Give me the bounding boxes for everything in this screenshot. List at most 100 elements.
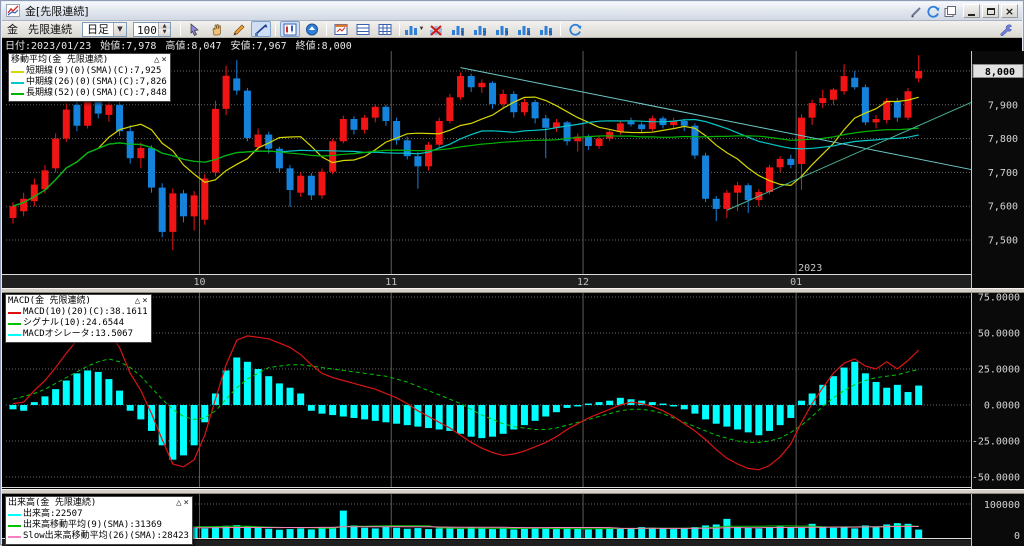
grid-rows-button[interactable] xyxy=(353,21,373,37)
stepper-arrows[interactable]: ▲▼ xyxy=(158,23,170,36)
macd-bar xyxy=(883,388,890,405)
volume-bar xyxy=(382,527,389,538)
chart-type-button[interactable]: ▼ xyxy=(404,21,424,37)
candle-body xyxy=(830,90,837,100)
collapse-triangle-icon[interactable]: △ xyxy=(176,498,181,509)
macd-bar xyxy=(596,402,603,405)
macd-bar xyxy=(649,402,656,405)
legend-title-row: 出来高(金 先限連続)△× xyxy=(8,498,189,509)
layout-3-button[interactable]: 3 xyxy=(492,21,512,37)
scroll-to-latest-button[interactable] xyxy=(302,21,322,37)
layout-4-button[interactable]: 4 xyxy=(514,21,534,37)
annotate-icon[interactable] xyxy=(909,5,923,18)
candle-body xyxy=(41,170,48,189)
volume-bar xyxy=(585,529,592,538)
legend-item-label: 出来高移動平均(9)(SMA):31369 xyxy=(23,520,162,531)
volume-bar xyxy=(873,527,880,538)
macd-bar xyxy=(915,386,922,405)
title-bar: 金[先限連続] × xyxy=(2,2,1022,21)
maximize-button[interactable] xyxy=(982,4,999,18)
select-cursor-button[interactable] xyxy=(185,21,205,37)
chevron-down-icon[interactable]: ▼ xyxy=(113,23,126,36)
volume-bar xyxy=(659,528,666,538)
macd-bar xyxy=(521,405,528,425)
layout-5-button[interactable]: 5 xyxy=(536,21,556,37)
macd-bar xyxy=(223,370,230,405)
timeframe-value: 日足 xyxy=(83,21,113,37)
new-chart-pane-icon xyxy=(334,23,348,36)
draw-pencil-icon xyxy=(232,23,246,36)
layout-5-icon: 5 xyxy=(539,23,553,36)
layout-1-button[interactable]: 1 xyxy=(448,21,468,37)
duplicate-window-icon[interactable] xyxy=(943,5,957,18)
stepper-down-icon[interactable]: ▼ xyxy=(159,29,170,36)
candle-body xyxy=(73,105,80,126)
macd-bar xyxy=(318,405,325,414)
volume-bar xyxy=(766,527,773,538)
volume-bar xyxy=(255,528,262,538)
toolbar-right xyxy=(995,21,1017,37)
macd-bar xyxy=(564,405,571,408)
macd-bar xyxy=(905,392,912,405)
chevron-down-icon[interactable]: ▼ xyxy=(419,26,425,32)
draw-pencil-button[interactable] xyxy=(229,21,249,37)
close-x-icon[interactable]: × xyxy=(161,55,166,66)
volume-bar xyxy=(617,529,624,538)
new-chart-pane-button[interactable] xyxy=(331,21,351,37)
volume-bar xyxy=(553,529,560,538)
settings-wrench-button[interactable] xyxy=(996,21,1016,37)
candle-body xyxy=(52,139,59,169)
macd-bar xyxy=(63,381,70,405)
macd-bar xyxy=(436,405,443,429)
candle-body xyxy=(777,159,784,167)
candle-chart-mode-button[interactable] xyxy=(280,21,300,37)
minimize-button[interactable] xyxy=(963,4,980,18)
macd-bar xyxy=(52,389,59,405)
volume-bar xyxy=(457,529,464,538)
macd-bar xyxy=(73,373,80,405)
candle-body xyxy=(361,118,368,130)
layout-1-icon: 1 xyxy=(451,23,465,36)
candle-body xyxy=(723,193,730,209)
close-button[interactable]: × xyxy=(1001,4,1018,18)
candle-body xyxy=(905,91,912,117)
macd-bar xyxy=(542,405,549,417)
bars-count-stepper[interactable]: 100 ▲▼ xyxy=(133,22,171,37)
collapse-triangle-icon[interactable]: △ xyxy=(135,296,140,307)
grid-cells-button[interactable] xyxy=(375,21,395,37)
macd-bar xyxy=(31,402,38,405)
candle-body xyxy=(638,124,645,129)
legend-swatch-icon xyxy=(11,93,24,95)
trendline-tool-icon xyxy=(254,23,268,36)
volume-bar xyxy=(713,524,720,538)
candle-body xyxy=(105,105,112,115)
close-x-icon[interactable]: × xyxy=(184,498,189,509)
svg-text:1: 1 xyxy=(461,30,465,36)
legend-title-row: MACD(金 先限連続)△× xyxy=(8,296,148,307)
candle-body xyxy=(649,118,656,129)
layout-2-button[interactable]: 2 xyxy=(470,21,490,37)
delete-indicator-button[interactable] xyxy=(426,21,446,37)
svg-text:3: 3 xyxy=(505,30,509,36)
volume-legend: 出来高(金 先限連続)△×出来高:22507出来高移動平均(9)(SMA):31… xyxy=(5,496,193,545)
candle-body xyxy=(745,185,752,200)
svg-text:5: 5 xyxy=(549,30,553,36)
layout-2-icon: 2 xyxy=(473,23,487,36)
collapse-triangle-icon[interactable]: △ xyxy=(154,55,159,66)
hand-tool-button[interactable] xyxy=(207,21,227,37)
macd-bar xyxy=(862,373,869,405)
macd-chart-panel[interactable]: 75.000050.000025.00000.0000-25.0000-50.0… xyxy=(2,293,1024,489)
refresh-data-button[interactable] xyxy=(565,21,585,37)
macd-bar xyxy=(180,405,187,455)
reload-window-icon[interactable] xyxy=(926,5,940,18)
macd-bar xyxy=(10,405,17,409)
toolbar: 金 先限連続 日足 ▼ 100 ▲▼ ▼12345 xyxy=(2,21,1022,38)
macd-bar xyxy=(404,405,411,425)
macd-legend: MACD(金 先限連続)△×MACD(10)(20)(C):38.1611シグナ… xyxy=(5,294,152,343)
close-x-icon[interactable]: × xyxy=(142,296,147,307)
trendline-tool-button[interactable] xyxy=(251,21,271,37)
volume-bar xyxy=(670,529,677,538)
timeframe-select[interactable]: 日足 ▼ xyxy=(82,22,127,37)
toolbar-separator xyxy=(560,23,561,36)
axis-tick-label: 7,500 xyxy=(988,236,1018,247)
